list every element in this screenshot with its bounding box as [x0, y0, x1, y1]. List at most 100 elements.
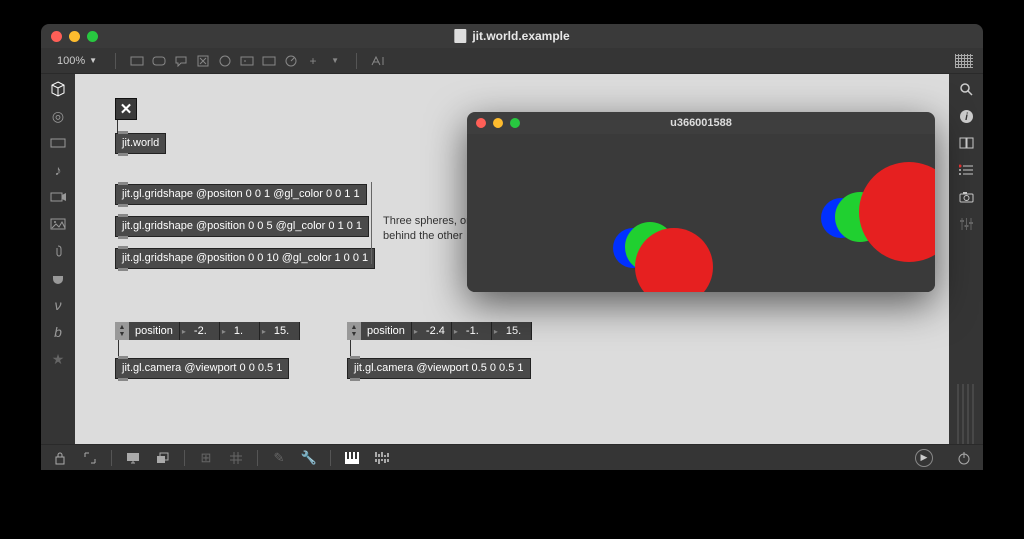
columns-icon[interactable]	[956, 134, 976, 152]
gridshape-object-1[interactable]: jit.gl.gridshape @positon 0 0 1 @gl_colo…	[115, 184, 367, 205]
sphere-red	[635, 228, 713, 292]
upper-toolbar: 100% ▼ + ▼	[41, 48, 983, 74]
separator	[184, 450, 185, 466]
video-icon[interactable]	[48, 188, 68, 206]
star-icon[interactable]: ★	[48, 350, 68, 368]
svg-text:i: i	[965, 112, 968, 123]
attr-num[interactable]: -2.	[180, 322, 220, 340]
chevron-down-icon[interactable]: ▼	[326, 53, 344, 69]
number-icon[interactable]	[238, 53, 256, 69]
separator	[111, 450, 112, 466]
separator	[330, 450, 331, 466]
arrows-icon[interactable]: ▲▼	[347, 322, 361, 340]
object-text: jit.gl.gridshape @position 0 0 5 @gl_col…	[122, 220, 362, 232]
toggle-icon[interactable]	[194, 53, 212, 69]
inlet[interactable]	[350, 356, 360, 359]
beta-icon[interactable]: b	[48, 323, 68, 341]
render-titlebar[interactable]: u366001588	[467, 112, 935, 134]
toggle-object[interactable]: ✕	[115, 98, 137, 120]
matrix-icon[interactable]	[373, 450, 391, 466]
lock-icon[interactable]	[51, 450, 69, 466]
grid-icon[interactable]	[955, 54, 973, 68]
package-icon[interactable]	[48, 80, 68, 98]
piano-icon[interactable]	[343, 450, 361, 466]
window-title-text: jit.world.example	[472, 29, 569, 43]
render-window[interactable]: u366001588	[467, 112, 935, 292]
panel-icon[interactable]	[48, 134, 68, 152]
maximize-icon[interactable]	[510, 118, 520, 128]
music-icon[interactable]: ♪	[48, 161, 68, 179]
message-icon[interactable]	[150, 53, 168, 69]
dial-icon[interactable]	[282, 53, 300, 69]
camera-object-a[interactable]: jit.gl.camera @viewport 0 0 0.5 1	[115, 358, 289, 379]
outlet[interactable]	[118, 153, 128, 156]
arrows-icon[interactable]: ▲▼	[115, 322, 129, 340]
chevron-down-icon: ▼	[89, 56, 97, 65]
inlet[interactable]	[118, 131, 128, 134]
power-icon[interactable]	[955, 450, 973, 466]
brush-icon[interactable]: ✎	[270, 450, 288, 466]
expand-icon[interactable]	[81, 450, 99, 466]
camera-object-b[interactable]: jit.gl.camera @viewport 0.5 0 0.5 1	[347, 358, 531, 379]
search-icon[interactable]	[956, 80, 976, 98]
minimize-icon[interactable]	[493, 118, 503, 128]
separator	[257, 450, 258, 466]
titlebar[interactable]: jit.world.example	[41, 24, 983, 48]
attr-num[interactable]: -1.	[452, 322, 492, 340]
inlet[interactable]	[118, 246, 128, 249]
comment-icon[interactable]	[172, 53, 190, 69]
object-text: jit.gl.gridshape @position 0 0 10 @gl_co…	[122, 252, 368, 264]
minimize-icon[interactable]	[69, 31, 80, 42]
traffic-lights	[51, 31, 98, 42]
object-icon[interactable]	[128, 53, 146, 69]
right-sidebar: i	[949, 74, 983, 444]
sphere-red	[859, 162, 935, 262]
outlet[interactable]	[118, 268, 128, 271]
outlet[interactable]	[118, 378, 128, 381]
present-icon[interactable]	[124, 450, 142, 466]
camera-icon[interactable]	[956, 188, 976, 206]
inlet[interactable]	[118, 182, 128, 185]
gridshape-object-2[interactable]: jit.gl.gridshape @position 0 0 5 @gl_col…	[115, 216, 369, 237]
attr-num[interactable]: -2.4	[412, 322, 452, 340]
object-text: jit.gl.camera @viewport 0.5 0 0.5 1	[354, 362, 524, 374]
inlet[interactable]	[118, 356, 128, 359]
image-icon[interactable]	[48, 215, 68, 233]
outlet[interactable]	[350, 378, 360, 381]
outlet[interactable]	[118, 236, 128, 239]
snap-icon[interactable]: ⊞	[197, 450, 215, 466]
wrench-icon[interactable]: 🔧	[300, 450, 318, 466]
format-icon[interactable]	[369, 53, 387, 69]
outlet[interactable]	[118, 204, 128, 207]
nu-icon[interactable]: ν	[48, 296, 68, 314]
close-icon[interactable]	[476, 118, 486, 128]
play-icon[interactable]: ▶	[915, 449, 933, 467]
attr-label[interactable]: position	[129, 322, 180, 340]
level-meters	[957, 384, 975, 444]
slider-icon[interactable]	[260, 53, 278, 69]
clip-icon[interactable]	[48, 242, 68, 260]
attr-num[interactable]: 15.	[260, 322, 300, 340]
attrui-position-b[interactable]: ▲▼ position -2.4 -1. 15.	[347, 322, 532, 340]
gridshape-object-3[interactable]: jit.gl.gridshape @position 0 0 10 @gl_co…	[115, 248, 375, 269]
inlet[interactable]	[118, 214, 128, 217]
button-icon[interactable]	[216, 53, 234, 69]
attr-label[interactable]: position	[361, 322, 412, 340]
target-icon[interactable]: ◎	[48, 107, 68, 125]
zoom-control[interactable]: 100% ▼	[51, 53, 103, 69]
toggle-x: ✕	[120, 100, 133, 118]
info-icon[interactable]: i	[956, 107, 976, 125]
list-icon[interactable]	[956, 161, 976, 179]
attr-num[interactable]: 15.	[492, 322, 532, 340]
jit-world-object[interactable]: jit.world	[115, 133, 166, 154]
attr-num[interactable]: 1.	[220, 322, 260, 340]
sliders-icon[interactable]	[956, 215, 976, 233]
close-icon[interactable]	[51, 31, 62, 42]
add-icon[interactable]: +	[304, 53, 322, 69]
attrui-position-a[interactable]: ▲▼ position -2. 1. 15.	[115, 322, 300, 340]
layers-icon[interactable]	[154, 450, 172, 466]
plug-icon[interactable]	[48, 269, 68, 287]
maximize-icon[interactable]	[87, 31, 98, 42]
zoom-value: 100%	[57, 55, 85, 67]
grid-icon[interactable]	[227, 450, 245, 466]
